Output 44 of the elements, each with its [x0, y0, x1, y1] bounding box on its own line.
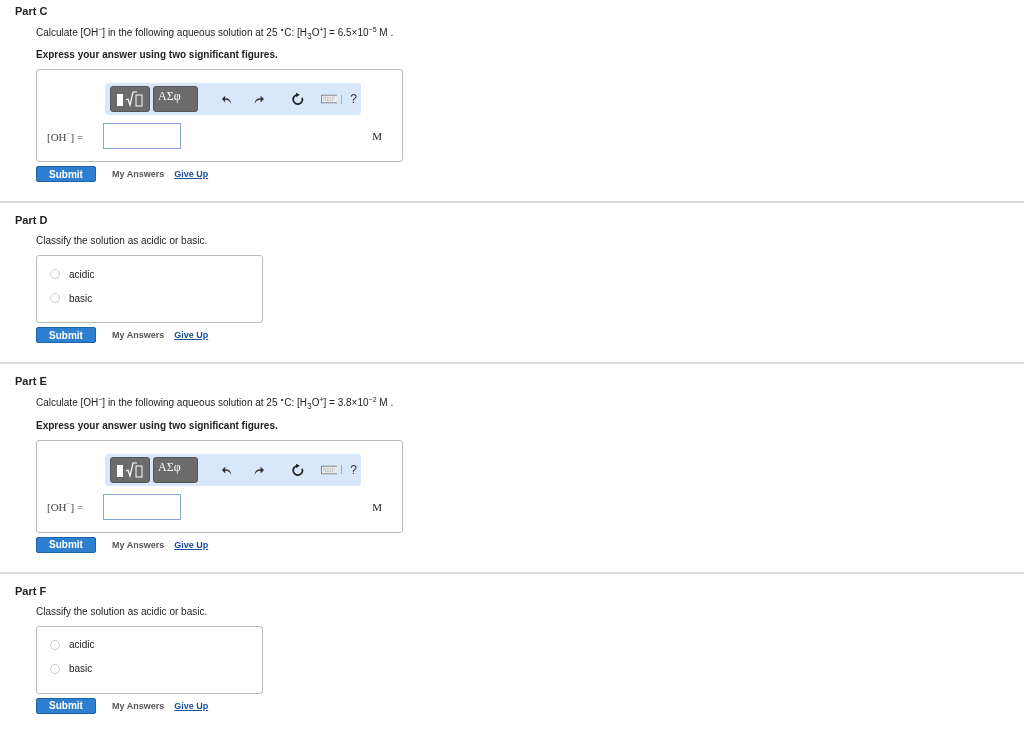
- my-answers-link[interactable]: My Answers: [112, 169, 165, 180]
- reset-icon[interactable]: [291, 461, 305, 478]
- unit-label: M: [372, 500, 382, 513]
- instruction-text: Express your answer using two significant figures.: [36, 49, 279, 61]
- my-answers-link[interactable]: My Answers: [112, 539, 165, 550]
- question-text: Calculate [OH$^{−}$] in the following aqueous solution at 25 $^{∘}$C: [H$_{3}$O$^{+}$] = 6.5×10$^{−5}$ M .: [36, 26, 395, 42]
- my-answers-link[interactable]: My Answers: [112, 330, 165, 341]
- instruction-text: Express your answer using two significant figures.: [36, 419, 279, 431]
- answer-field[interactable]: [103, 493, 181, 520]
- template-button[interactable]: [110, 86, 150, 113]
- keyboard-icon[interactable]: [320, 94, 338, 105]
- part-title: Part F: [15, 584, 48, 597]
- answer-label: [OH$^{−}$] =: [47, 130, 85, 143]
- give-up-link[interactable]: Give Up: [174, 700, 209, 711]
- give-up-link[interactable]: Give Up: [174, 169, 209, 180]
- submit-button[interactable]: Submit: [36, 166, 96, 183]
- greek-button[interactable]: ΑΣφ: [153, 86, 199, 113]
- part-title: Part E: [15, 375, 48, 388]
- root-template-icon: [115, 459, 145, 480]
- give-up-link[interactable]: Give Up: [174, 330, 209, 341]
- my-answers-link[interactable]: My Answers: [112, 700, 165, 711]
- option-label[interactable]: basic: [69, 292, 93, 304]
- keyboard-icon[interactable]: [320, 464, 338, 475]
- option-label[interactable]: acidic: [69, 639, 95, 651]
- give-up-link[interactable]: Give Up: [174, 539, 209, 550]
- submit-button[interactable]: Submit: [36, 697, 96, 714]
- question-text: Classify the solution as acidic or basic.: [36, 235, 209, 247]
- question-text: Calculate [OH$^{−}$] in the following aqueous solution at 25 $^{∘}$C: [H$_{3}$O$^{+}$] = 3.8×10$^{−2}$ M .: [36, 396, 395, 412]
- submit-button[interactable]: Submit: [36, 536, 96, 553]
- answer-field[interactable]: [103, 123, 181, 150]
- reset-icon[interactable]: [291, 91, 305, 108]
- greek-button[interactable]: ΑΣφ: [153, 456, 199, 483]
- question-text: Classify the solution as acidic or basic.: [36, 605, 209, 617]
- unit-label: M: [372, 130, 382, 143]
- root-template-icon: [115, 89, 145, 110]
- answer-label: [OH$^{−}$] =: [47, 500, 85, 513]
- part-title: Part D: [15, 214, 49, 227]
- template-button[interactable]: [110, 456, 150, 483]
- part-title: Part C: [15, 5, 49, 17]
- help-button[interactable]: ?: [346, 92, 361, 107]
- option-label[interactable]: acidic: [69, 268, 95, 280]
- submit-button[interactable]: Submit: [36, 327, 96, 344]
- option-label[interactable]: basic: [69, 663, 93, 675]
- help-button[interactable]: ?: [346, 462, 361, 477]
